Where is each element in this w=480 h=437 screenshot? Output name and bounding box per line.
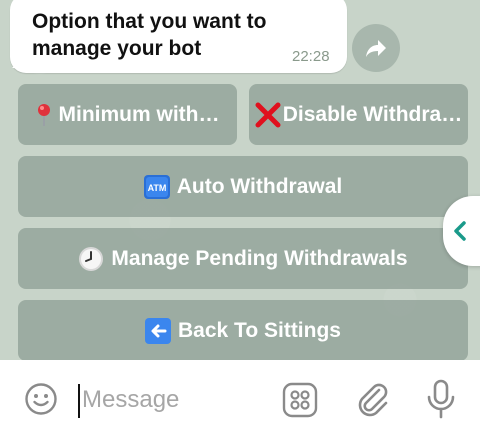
pin-icon: [36, 103, 52, 127]
auto-withdrawal-label: Auto Withdrawal: [176, 174, 343, 198]
message-input[interactable]: [82, 380, 272, 420]
emoji-button[interactable]: [24, 382, 58, 416]
bubble-tail: [12, 52, 28, 68]
text-cursor: [78, 384, 80, 418]
atm-icon: ATM: [143, 174, 170, 199]
forward-button[interactable]: [352, 24, 400, 72]
bot-menu-button[interactable]: [282, 382, 318, 418]
paperclip-icon: [358, 383, 388, 417]
disable-withdrawal-label: Disable Withdra…: [282, 102, 463, 126]
message-time: 22:28: [292, 48, 330, 65]
grid-icon: [282, 382, 318, 418]
manage-pending-withdrawals-button[interactable]: Manage Pending Withdrawals: [18, 228, 468, 289]
svg-text:ATM: ATM: [147, 183, 166, 193]
clock-icon: [78, 246, 104, 272]
attach-button[interactable]: [355, 380, 391, 420]
minimum-withdrawal-label: Minimum with…: [58, 102, 220, 126]
red-cross-icon: [255, 102, 281, 128]
minimum-withdrawal-button[interactable]: Minimum with…: [18, 84, 237, 145]
left-arrow-icon: [145, 317, 172, 344]
back-to-settings-label: Back To Sittings: [178, 318, 341, 342]
chevron-left-icon: [454, 221, 466, 241]
voice-message-button[interactable]: [425, 378, 457, 420]
forward-arrow-icon: [366, 40, 386, 57]
message-text: Option that you want to manage your bot: [32, 10, 267, 60]
manage-pending-withdrawals-label: Manage Pending Withdrawals: [111, 246, 408, 270]
microphone-icon: [427, 379, 455, 419]
smiley-icon: [25, 383, 57, 415]
back-to-settings-button[interactable]: Back To Sittings: [18, 300, 468, 361]
auto-withdrawal-button[interactable]: ATM Auto Withdrawal: [18, 156, 468, 217]
disable-withdrawal-button[interactable]: Disable Withdra…: [249, 84, 468, 145]
